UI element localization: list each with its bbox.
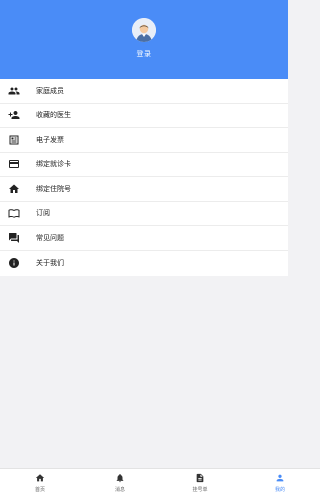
empty-area [0, 275, 288, 471]
menu-item-e-invoice[interactable]: 电子发票 [0, 128, 288, 153]
book-icon [7, 206, 21, 220]
tab-registration[interactable]: 挂号单 [160, 469, 240, 495]
invoice-icon [7, 133, 21, 147]
menu-item-favorite-doctors[interactable]: 收藏的医生 [0, 104, 288, 128]
add-person-icon [7, 108, 21, 122]
tab-home[interactable]: 首页 [0, 469, 80, 495]
menu-item-label: 电子发票 [36, 135, 64, 144]
tab-label: 我的 [274, 487, 285, 493]
tab-label: 挂号单 [192, 487, 208, 493]
menu-item-bind-inpatient-number[interactable]: 绑定住院号 [0, 177, 288, 202]
menu-item-label: 绑定住院号 [36, 184, 71, 193]
menu-item-label: 关于我们 [36, 259, 64, 267]
family-icon [7, 84, 21, 98]
bell-icon [116, 474, 124, 483]
tab-label: 消息 [114, 487, 125, 493]
document-icon [196, 473, 204, 483]
menu-item-bind-visit-card[interactable]: 绑定就诊卡 [0, 153, 288, 177]
menu-item-about-us[interactable]: 关于我们 [0, 251, 288, 276]
home-tab-icon [35, 474, 45, 482]
chat-icon [7, 231, 21, 245]
info-icon [7, 256, 21, 270]
person-icon [276, 474, 284, 482]
card-icon [7, 157, 21, 171]
menu-item-label: 绑定就诊卡 [36, 160, 71, 169]
tab-mine[interactable]: 我的 [240, 469, 320, 495]
menu-item-label: 家庭成员 [36, 86, 64, 95]
menu-item-family-members[interactable]: 家庭成员 [0, 79, 288, 104]
menu-item-label: 订阅 [36, 209, 50, 218]
menu-item-subscribe[interactable]: 订阅 [0, 202, 288, 226]
tab-messages[interactable]: 消息 [80, 469, 160, 495]
menu-list: 家庭成员 收藏的医生 电子发票 绑定就诊卡 绑定住院号 订阅 常见问题 关于我们 [0, 79, 288, 276]
menu-item-label: 常见问题 [36, 233, 64, 242]
tab-label: 首页 [34, 487, 45, 493]
menu-item-faq[interactable]: 常见问题 [0, 226, 288, 251]
home-icon [7, 182, 21, 196]
bottom-tab-bar: 首页 消息 挂号单 我的 [0, 468, 320, 495]
menu-item-label: 收藏的医生 [36, 111, 71, 120]
profile-header: 登录 [0, 0, 288, 79]
login-label[interactable]: 登录 [0, 49, 288, 59]
avatar-icon [132, 18, 156, 42]
avatar[interactable] [132, 18, 156, 42]
